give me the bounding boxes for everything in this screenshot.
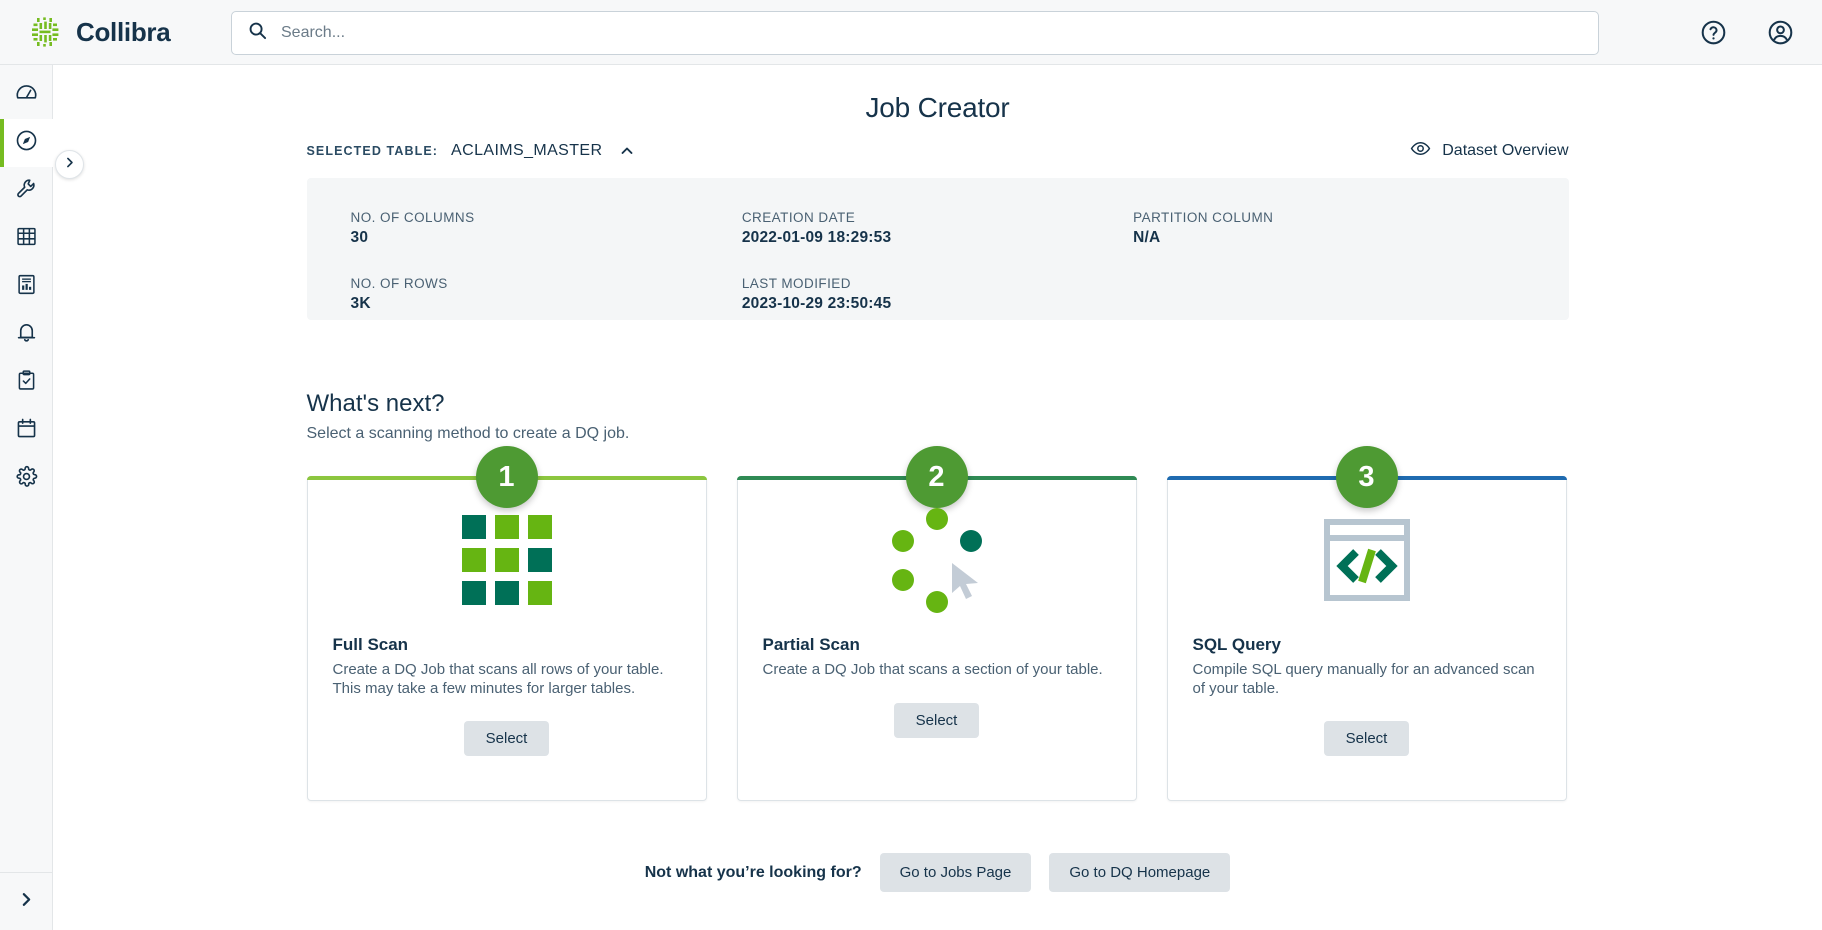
info-field-value: 30: [351, 229, 742, 247]
card-title: Full Scan: [333, 635, 681, 655]
info-field-label: LAST MODIFIED: [742, 276, 1133, 291]
table-grid-icon: [15, 225, 38, 253]
footer-text: Not what you’re looking for?: [645, 864, 862, 882]
whats-next-section: What's next? Select a scanning method to…: [307, 390, 1569, 443]
page-title: Job Creator: [53, 92, 1822, 124]
whats-next-subtitle: Select a scanning method to create a DQ …: [307, 425, 1569, 443]
info-field-value: 2022-01-09 18:29:53: [742, 229, 1133, 247]
compass-icon: [15, 129, 38, 157]
sidebar-item-alerts[interactable]: [0, 311, 53, 359]
card-description: Create a DQ Job that scans all rows of y…: [333, 661, 681, 698]
sidebar-item-explorer[interactable]: [0, 119, 53, 167]
info-field-label: PARTITION COLUMN: [1133, 210, 1524, 225]
sidebar-item-settings[interactable]: [0, 455, 53, 503]
sidebar-expand-button[interactable]: [0, 872, 53, 930]
sidebar-item-schedule[interactable]: [0, 407, 53, 455]
info-field-label: CREATION DATE: [742, 210, 1133, 225]
card-title: SQL Query: [1193, 635, 1541, 655]
user-account-icon[interactable]: [1767, 19, 1794, 46]
search-input[interactable]: [281, 18, 1561, 48]
search-icon: [248, 21, 267, 45]
topbar-actions: [1700, 0, 1794, 65]
main-content: Job Creator SELECTED TABLE: ACLAIMS_MAST…: [53, 65, 1822, 930]
top-bar: Collibra: [0, 0, 1822, 65]
sidebar-item-reports[interactable]: [0, 263, 53, 311]
sidebar-item-tasks[interactable]: [0, 359, 53, 407]
info-field-value: N/A: [1133, 229, 1524, 247]
scan-method-cards: 1 Full Scan Cr: [307, 476, 1569, 801]
card-step-badge: 3: [1336, 446, 1398, 508]
info-field: CREATION DATE 2022-01-09 18:29:53: [742, 210, 1133, 254]
card-partial-scan[interactable]: 2 Partial Scan Create a D: [737, 476, 1137, 801]
selected-table-label: SELECTED TABLE:: [307, 144, 439, 158]
wrench-icon: [15, 177, 38, 205]
chevron-right-icon: [63, 156, 76, 174]
info-field-empty: [1133, 276, 1524, 320]
select-button[interactable]: Select: [894, 703, 980, 738]
card-step-badge: 1: [476, 446, 538, 508]
footer-actions: Not what you’re looking for? Go to Jobs …: [307, 853, 1569, 892]
dots-ring-cursor-icon: [738, 485, 1136, 635]
left-sidebar: [0, 65, 53, 930]
bell-icon: [15, 321, 38, 349]
chevron-up-icon: [619, 147, 635, 162]
brand-name: Collibra: [76, 17, 170, 48]
info-field: LAST MODIFIED 2023-10-29 23:50:45: [742, 276, 1133, 320]
card-description: Compile SQL query manually for an advanc…: [1193, 661, 1541, 698]
card-full-scan[interactable]: 1 Full Scan Cr: [307, 476, 707, 801]
brand[interactable]: Collibra: [28, 15, 228, 49]
report-document-icon: [15, 273, 38, 301]
dataset-overview-label: Dataset Overview: [1442, 142, 1568, 160]
info-field: PARTITION COLUMN N/A: [1133, 210, 1524, 254]
dataset-overview-link[interactable]: Dataset Overview: [1410, 138, 1568, 164]
info-field: NO. OF COLUMNS 30: [351, 210, 742, 254]
card-step-badge: 2: [906, 446, 968, 508]
sidebar-collapse-toggle[interactable]: [55, 150, 84, 179]
select-button[interactable]: Select: [1324, 721, 1410, 756]
clipboard-check-icon: [15, 369, 38, 397]
search-bar[interactable]: [231, 11, 1599, 55]
info-field: NO. OF ROWS 3K: [351, 276, 742, 320]
info-field-label: NO. OF ROWS: [351, 276, 742, 291]
sidebar-item-dashboard[interactable]: [0, 71, 53, 119]
info-field-label: NO. OF COLUMNS: [351, 210, 742, 225]
gear-icon: [15, 465, 38, 493]
go-to-dq-homepage-button[interactable]: Go to DQ Homepage: [1049, 853, 1230, 892]
go-to-jobs-page-button[interactable]: Go to Jobs Page: [880, 853, 1032, 892]
select-button[interactable]: Select: [464, 721, 550, 756]
eye-icon: [1410, 138, 1431, 164]
info-field-value: 2023-10-29 23:50:45: [742, 295, 1133, 313]
card-title: Partial Scan: [763, 635, 1111, 655]
chevron-right-icon: [18, 891, 35, 913]
info-field-value: 3K: [351, 295, 742, 313]
calendar-icon: [15, 417, 38, 445]
dataset-info-panel: NO. OF COLUMNS 30 CREATION DATE 2022-01-…: [307, 178, 1569, 320]
sidebar-item-tools[interactable]: [0, 167, 53, 215]
selected-table-bar: SELECTED TABLE: ACLAIMS_MASTER: [307, 138, 1569, 164]
collibra-logo-icon: [28, 15, 62, 49]
card-description: Create a DQ Job that scans a section of …: [763, 661, 1111, 680]
whats-next-title: What's next?: [307, 390, 1569, 418]
card-sql-query[interactable]: 3 SQL Query Compile SQL query manually f…: [1167, 476, 1567, 801]
help-circle-icon[interactable]: [1700, 19, 1727, 46]
selected-table-value: ACLAIMS_MASTER: [451, 142, 602, 160]
selected-table-toggle[interactable]: [615, 143, 639, 159]
gauge-icon: [15, 81, 38, 109]
sidebar-item-datasets[interactable]: [0, 215, 53, 263]
